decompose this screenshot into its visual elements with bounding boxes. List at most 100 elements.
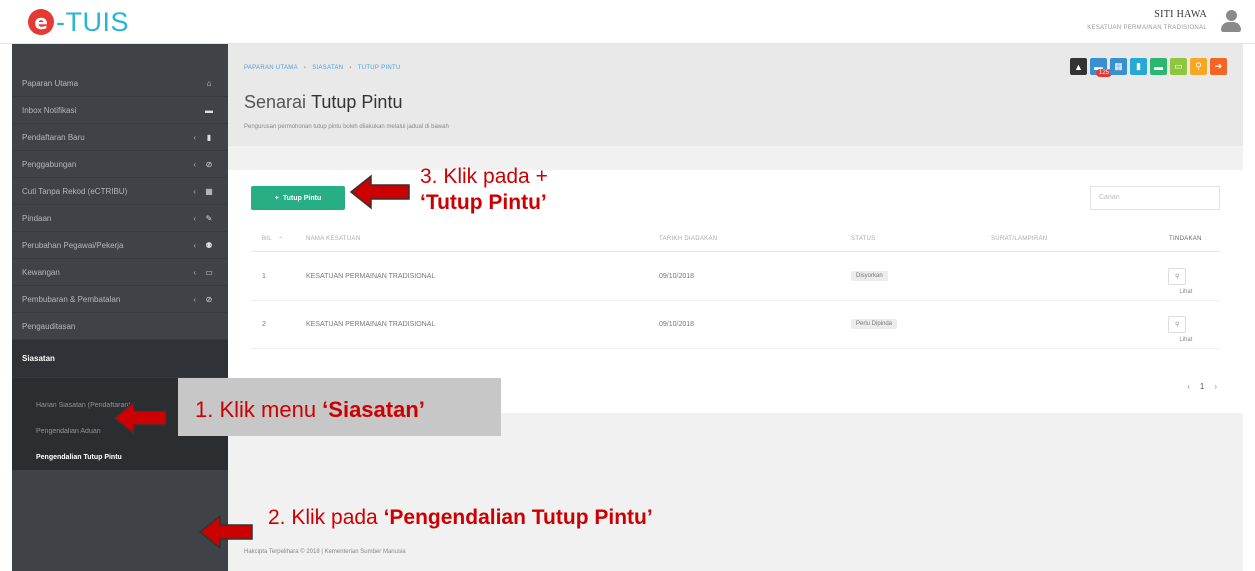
link-icon: ⊘ — [205, 159, 213, 169]
chevron-left-icon: ‹ — [193, 240, 196, 250]
user-icon: ▲ — [1074, 61, 1083, 72]
breadcrumb-home[interactable]: PAPARAN UTAMA — [244, 65, 298, 71]
cell-tarikh: 09/10/2018 — [659, 321, 695, 328]
sidebar-item-perubahan-pegawai-pekerja[interactable]: Perubahan Pegawai/Pekerja ‹ ⚉ — [12, 232, 228, 259]
submenu-item-label: Pengendalian Tutup Pintu — [36, 453, 122, 461]
search-icon: ⚲ — [1195, 61, 1202, 71]
col-tindakan: TINDAKAN — [1169, 236, 1202, 242]
sidebar-item-label: Siasatan — [22, 354, 55, 363]
user-name: SITI HAWA — [1154, 9, 1207, 20]
lihat-button[interactable]: ⚲ Lihat — [1168, 316, 1192, 343]
logout-icon: ➔ — [1214, 61, 1223, 71]
quick-calendar-icon[interactable]: ▦ — [1110, 58, 1127, 75]
col-status[interactable]: STATUS — [851, 236, 876, 242]
sidebar-item-label: Pendaftaran Baru — [22, 132, 85, 142]
logo-mark: e — [28, 9, 54, 35]
table-row: 1 KESATUAN PERMAINAN TRADISIONAL 09/10/201… — [251, 253, 1220, 301]
sidebar-item-kewangan[interactable]: Kewangan ‹ ▭ — [12, 259, 228, 286]
cell-bil: 1 — [262, 273, 266, 280]
quick-file-icon[interactable]: ▮ — [1130, 58, 1147, 75]
sidebar-item-label: Penggabungan — [22, 159, 77, 169]
sidebar-item-pindaan[interactable]: Pindaan ‹ ✎ — [12, 205, 228, 232]
quick-action-bar: ▲ ▬ 125 ▦ ▮ ▬ ▭ ⚲ ➔ — [1070, 58, 1227, 77]
sidebar: Paparan Utama ⌂ Inbox Notifikasi ▬ Pendaftar… — [12, 44, 228, 571]
add-tutup-pintu-button[interactable]: + Tutup Pintu — [251, 186, 345, 210]
step3-instruction: 3. Klik pada + ‘Tutup Pintu’ — [420, 165, 548, 214]
file-icon: ▮ — [1136, 61, 1141, 71]
inbox-icon: ▬ — [205, 105, 213, 115]
sidebar-item-penggabungan[interactable]: Penggabungan ‹ ⊘ — [12, 151, 228, 178]
cell-nama: KESATUAN PERMAINAN TRADISIONAL — [306, 321, 436, 328]
page-header: PAPARAN UTAMA › SIASATAN › TUTUP PINTU S… — [228, 44, 1243, 146]
pagination: ‹ 1 › — [1187, 382, 1217, 391]
step2-instruction: 2. Klik pada ‘Pengendalian Tutup Pintu’ — [268, 506, 653, 529]
sidebar-item-cuti-tanpa-rekod-ectribu[interactable]: Cuti Tanpa Rekod (eCTRIBU) ‹ ▦ — [12, 178, 228, 205]
sidebar-item-label: Pembubaran & Pembatalan — [22, 294, 121, 304]
chevron-left-icon: ‹ — [193, 294, 196, 304]
sidebar-item-inbox-notifikasi[interactable]: Inbox Notifikasi ▬ — [12, 97, 228, 124]
lihat-label: Lihat — [1179, 289, 1193, 295]
pager-current[interactable]: 1 — [1200, 382, 1204, 391]
submenu-item-pengendalian-tutup-pintu[interactable]: Pengendalian Tutup Pintu — [12, 444, 228, 470]
money-icon: ▭ — [1174, 61, 1183, 71]
quick-comment-icon[interactable]: ▬ 125 — [1090, 58, 1113, 77]
sidebar-item-pendaftaran-baru[interactable]: Pendaftaran Baru ‹ ▮ — [12, 124, 228, 151]
lihat-label: Lihat — [1179, 337, 1193, 343]
table-row: 2 KESATUAN PERMAINAN TRADISIONAL 09/10/201… — [251, 301, 1220, 349]
sort-icon: ⌃ — [278, 237, 284, 243]
logo-text: -TUIS — [56, 6, 129, 37]
lihat-button[interactable]: ⚲ Lihat — [1168, 268, 1192, 295]
pager-prev[interactable]: ‹ — [1187, 382, 1190, 391]
breadcrumb: PAPARAN UTAMA › SIASATAN › TUTUP PINTU — [244, 65, 401, 71]
plus-icon: + — [274, 194, 279, 202]
ban-icon: ⊘ — [205, 294, 213, 304]
chevron-left-icon: ‹ — [193, 132, 196, 142]
sidebar-nav: Paparan Utama ⌂ Inbox Notifikasi ▬ Pendaftar… — [12, 70, 228, 378]
cell-bil: 2 — [262, 321, 266, 328]
step1-instruction: 1. Klik menu ‘Siasatan’ — [195, 397, 425, 422]
cell-tarikh: 09/10/2018 — [659, 273, 695, 280]
user-avatar-icon[interactable] — [1221, 10, 1241, 34]
table-header: BIL ⌃ NAMA KESATUAN TARIKH DIADAKAN STAT… — [251, 230, 1220, 252]
page-title-prefix: Senarai — [244, 92, 307, 112]
sidebar-item-label: Pengauditasan — [22, 321, 76, 331]
edit-icon: ✎ — [205, 213, 213, 223]
page-subtitle: Pengurusan permohonan tutup pintu boleh … — [244, 124, 449, 130]
user-organisation: KESATUAN PERMAINAN TRADISIONAL — [1087, 25, 1207, 31]
top-header: e -TUIS SITI HAWA KESATUAN PERMAINAN TRA… — [0, 0, 1255, 44]
status-badge: Perlu Dipinda — [851, 319, 898, 329]
submenu-item-label: Pengendalian Aduan — [36, 427, 101, 435]
add-button-label: Tutup Pintu — [282, 194, 322, 202]
home-icon: ⌂ — [206, 78, 212, 88]
sidebar-item-label: Paparan Utama — [22, 78, 79, 88]
quick-search-icon[interactable]: ⚲ — [1190, 58, 1207, 75]
breadcrumb-tutup-pintu[interactable]: TUTUP PINTU — [358, 65, 401, 71]
user-info[interactable]: SITI HAWA KESATUAN PERMAINAN TRADISIONAL — [1087, 9, 1207, 31]
cell-nama: KESATUAN PERMAINAN TRADISIONAL — [306, 273, 436, 280]
calendar-icon: ▦ — [1114, 61, 1123, 71]
chevron-left-icon: ‹ — [193, 186, 196, 196]
money-icon: ▭ — [205, 267, 213, 277]
pager-next[interactable]: › — [1214, 382, 1217, 391]
sidebar-item-label: Inbox Notifikasi — [22, 105, 77, 115]
breadcrumb-siasatan[interactable]: SIASATAN — [312, 65, 343, 71]
etuis-logo[interactable]: e -TUIS — [28, 6, 129, 38]
quick-folder-icon[interactable]: ▬ — [1150, 58, 1167, 75]
quick-logout-icon[interactable]: ➔ — [1210, 58, 1227, 75]
sidebar-item-label: Cuti Tanpa Rekod (eCTRIBU) — [22, 186, 128, 196]
sidebar-item-label: Kewangan — [22, 267, 60, 277]
status-badge: Disyorkan — [851, 271, 888, 281]
sidebar-item-pengauditasan[interactable]: Pengauditasan — [12, 313, 228, 340]
chevron-left-icon: ‹ — [193, 159, 196, 169]
quick-money-icon[interactable]: ▭ — [1170, 58, 1187, 75]
sidebar-item-pembubaran-pembatalan[interactable]: Pembubaran & Pembatalan ‹ ⊘ — [12, 286, 228, 313]
sidebar-item-siasatan[interactable]: Siasatan — [12, 340, 228, 378]
col-tarikh[interactable]: TARIKH DIADAKAN — [659, 236, 717, 242]
col-surat[interactable]: SURAT/LAMPIRAN — [991, 236, 1047, 242]
col-nama[interactable]: NAMA KESATUAN — [306, 236, 360, 242]
col-bil[interactable]: BIL — [262, 236, 272, 242]
quick-user-icon[interactable]: ▲ — [1070, 58, 1087, 75]
search-input[interactable]: Carian — [1090, 186, 1220, 210]
sidebar-item-paparan-utama[interactable]: Paparan Utama ⌂ — [12, 70, 228, 97]
footer-copyright: Hakcipta Terpelihara © 2018 | Kementeria… — [244, 549, 406, 555]
